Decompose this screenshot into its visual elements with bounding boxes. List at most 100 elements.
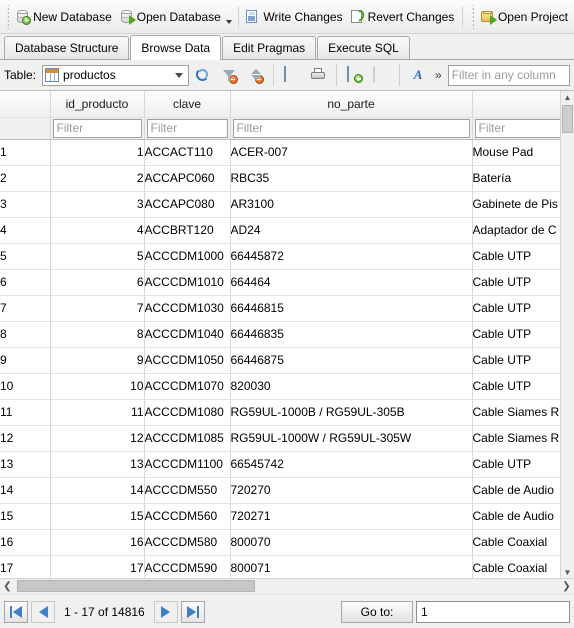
- cell-no-parte[interactable]: 820030: [230, 373, 473, 400]
- cell-id-producto[interactable]: 8: [50, 321, 145, 348]
- toolbar-overflow-button[interactable]: »: [432, 68, 445, 82]
- cell-descripcion[interactable]: Cable UTP: [472, 243, 574, 270]
- table-row[interactable]: 16 16 ACCCDM580 800070 Cable Coaxial: [0, 529, 574, 556]
- table-row[interactable]: 7 7 ACCCDM1030 66446815 Cable UTP: [0, 295, 574, 322]
- row-header-cell[interactable]: 6: [0, 269, 51, 296]
- cell-id-producto[interactable]: 12: [50, 425, 145, 452]
- cell-descripcion[interactable]: Cable Coaxial: [472, 529, 574, 556]
- table-row[interactable]: 3 3 ACCAPC080 AR3100 Gabinete de Pis: [0, 191, 574, 218]
- global-filter-input[interactable]: Filter in any column: [447, 64, 570, 86]
- clear-filters-button[interactable]: [217, 63, 241, 87]
- cell-clave[interactable]: ACCBRT120: [144, 217, 231, 244]
- cell-clave[interactable]: ACCCDM1085: [144, 425, 231, 452]
- cell-clave[interactable]: ACCCDM560: [144, 503, 231, 530]
- filter-cell-descripcion[interactable]: Filter: [472, 117, 574, 140]
- insert-record-button[interactable]: [343, 63, 367, 87]
- cell-descripcion[interactable]: Cable de Audio: [472, 477, 574, 504]
- toolbar-grip[interactable]: [5, 4, 10, 29]
- table-row[interactable]: 13 13 ACCCDM1100 66545742 Cable UTP: [0, 451, 574, 478]
- cell-descripcion[interactable]: Cable UTP: [472, 295, 574, 322]
- revert-changes-button[interactable]: Revert Changes: [347, 4, 459, 30]
- cell-no-parte[interactable]: RBC35: [230, 165, 473, 192]
- cell-clave[interactable]: ACCCDM1000: [144, 243, 231, 270]
- cell-clave[interactable]: ACCAPC060: [144, 165, 231, 192]
- cell-descripcion[interactable]: Cable UTP: [472, 269, 574, 296]
- open-project-button[interactable]: Open Project: [477, 4, 572, 30]
- cell-id-producto[interactable]: 10: [50, 373, 145, 400]
- cell-no-parte[interactable]: 66445872: [230, 243, 473, 270]
- table-row[interactable]: 5 5 ACCCDM1000 66445872 Cable UTP: [0, 243, 574, 270]
- filter-cell-id-producto[interactable]: Filter: [50, 117, 145, 140]
- cell-clave[interactable]: ACCCDM1080: [144, 399, 231, 426]
- toolbar-grip-2[interactable]: [469, 4, 474, 29]
- cell-clave[interactable]: ACCCDM1030: [144, 295, 231, 322]
- row-header-cell[interactable]: 1: [0, 139, 51, 166]
- cell-no-parte[interactable]: 800070: [230, 529, 473, 556]
- cell-id-producto[interactable]: 16: [50, 529, 145, 556]
- scroll-left-icon[interactable]: ❮: [0, 579, 15, 593]
- column-header-clave[interactable]: clave: [144, 91, 231, 118]
- select-all-corner[interactable]: [0, 91, 51, 118]
- cell-descripcion[interactable]: Cable UTP: [472, 451, 574, 478]
- cell-id-producto[interactable]: 14: [50, 477, 145, 504]
- row-header-cell[interactable]: 12: [0, 425, 51, 452]
- cell-descripcion[interactable]: Cable Siames R: [472, 425, 574, 452]
- previous-page-button[interactable]: [31, 600, 55, 623]
- tab-execute-sql[interactable]: Execute SQL: [317, 36, 410, 59]
- table-select[interactable]: productos: [42, 64, 190, 86]
- cell-id-producto[interactable]: 1: [50, 139, 145, 166]
- cell-no-parte[interactable]: ACER-007: [230, 139, 473, 166]
- cell-clave[interactable]: ACCCDM1010: [144, 269, 231, 296]
- row-header-cell[interactable]: 14: [0, 477, 51, 504]
- cell-no-parte[interactable]: 66545742: [230, 451, 473, 478]
- table-row[interactable]: 9 9 ACCCDM1050 66446875 Cable UTP: [0, 347, 574, 374]
- write-changes-button[interactable]: Write Changes: [242, 4, 346, 30]
- table-row[interactable]: 15 15 ACCCDM560 720271 Cable de Audio: [0, 503, 574, 530]
- save-results-button[interactable]: [280, 63, 304, 87]
- cell-clave[interactable]: ACCCDM580: [144, 529, 231, 556]
- cell-id-producto[interactable]: 9: [50, 347, 145, 374]
- cell-no-parte[interactable]: RG59UL-1000B / RG59UL-305B: [230, 399, 473, 426]
- new-database-button[interactable]: New Database: [12, 4, 116, 30]
- goto-button[interactable]: Go to:: [341, 600, 413, 623]
- cell-descripcion[interactable]: Gabinete de Pis: [472, 191, 574, 218]
- cell-id-producto[interactable]: 6: [50, 269, 145, 296]
- column-header-no-parte[interactable]: no_parte: [230, 91, 473, 118]
- cell-id-producto[interactable]: 11: [50, 399, 145, 426]
- cell-id-producto[interactable]: 3: [50, 191, 145, 218]
- table-row[interactable]: 1 1 ACCACT110 ACER-007 Mouse Pad: [0, 139, 574, 166]
- scroll-up-icon[interactable]: ▲: [561, 91, 574, 104]
- table-row[interactable]: 14 14 ACCCDM550 720270 Cable de Audio: [0, 477, 574, 504]
- table-row[interactable]: 2 2 ACCAPC060 RBC35 Batería: [0, 165, 574, 192]
- row-header-cell[interactable]: 16: [0, 529, 51, 556]
- cell-no-parte[interactable]: 664464: [230, 269, 473, 296]
- cell-no-parte[interactable]: AR3100: [230, 191, 473, 218]
- row-header-cell[interactable]: 5: [0, 243, 51, 270]
- table-row[interactable]: 6 6 ACCCDM1010 664464 Cable UTP: [0, 269, 574, 296]
- cell-descripcion[interactable]: Cable de Audio: [472, 503, 574, 530]
- vertical-scroll-thumb[interactable]: [562, 105, 573, 133]
- cell-id-producto[interactable]: 4: [50, 217, 145, 244]
- cell-id-producto[interactable]: 7: [50, 295, 145, 322]
- cell-id-producto[interactable]: 5: [50, 243, 145, 270]
- next-page-button[interactable]: [153, 600, 178, 623]
- cell-id-producto[interactable]: 15: [50, 503, 145, 530]
- filter-cell-clave[interactable]: Filter: [144, 117, 231, 140]
- table-row[interactable]: 10 10 ACCCDM1070 820030 Cable UTP: [0, 373, 574, 400]
- cell-no-parte[interactable]: 720271: [230, 503, 473, 530]
- clear-sorting-button[interactable]: [243, 63, 267, 87]
- last-page-button[interactable]: [180, 600, 205, 623]
- cell-clave[interactable]: ACCCDM1070: [144, 373, 231, 400]
- open-database-dropdown-icon[interactable]: [225, 19, 232, 24]
- row-header-cell[interactable]: 3: [0, 191, 51, 218]
- delete-record-button[interactable]: [369, 63, 393, 87]
- column-header-id-producto[interactable]: id_producto: [50, 91, 145, 118]
- table-row[interactable]: 4 4 ACCBRT120 AD24 Adaptador de C: [0, 217, 574, 244]
- cell-clave[interactable]: ACCCDM1050: [144, 347, 231, 374]
- cell-no-parte[interactable]: 720270: [230, 477, 473, 504]
- tab-browse-data[interactable]: Browse Data: [130, 35, 222, 60]
- cell-clave[interactable]: ACCCDM1040: [144, 321, 231, 348]
- first-page-button[interactable]: [4, 600, 28, 623]
- cell-no-parte[interactable]: 66446875: [230, 347, 473, 374]
- scroll-right-icon[interactable]: ❯: [559, 579, 574, 593]
